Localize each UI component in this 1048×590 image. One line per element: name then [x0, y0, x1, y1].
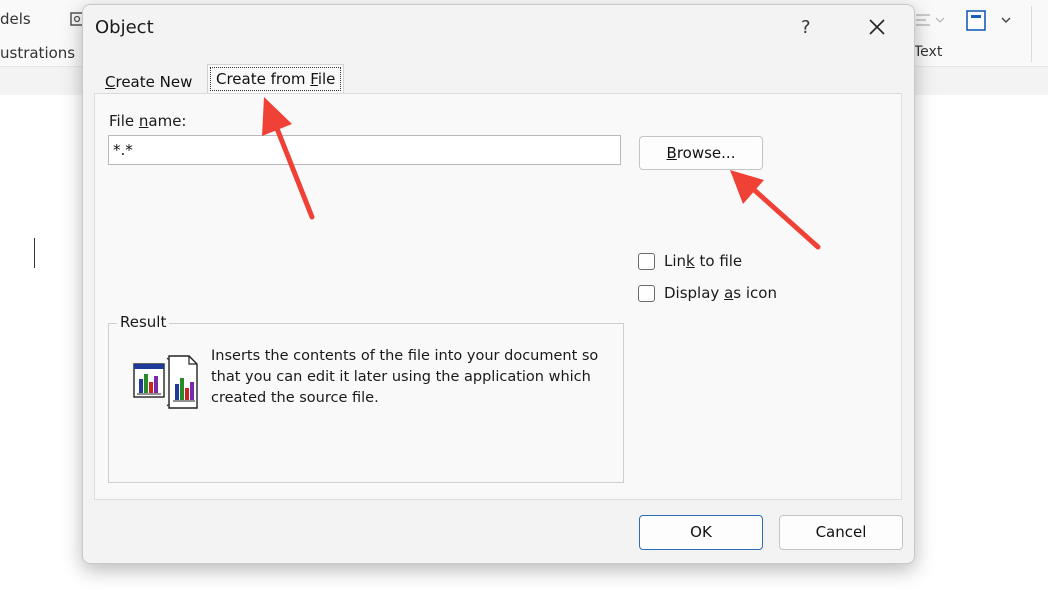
embed-file-icon	[133, 355, 198, 409]
ribbon-align-icon	[914, 10, 948, 30]
link-to-file-label: Link to file	[664, 252, 743, 270]
result-legend: Result	[117, 313, 170, 331]
ribbon-models-label: dels	[0, 10, 31, 28]
display-as-icon-checkbox[interactable]: Display as icon	[638, 284, 808, 306]
text-caret	[34, 238, 35, 268]
tab-create-new[interactable]: Create New	[97, 68, 200, 96]
tab-create-new-accesskey: C	[105, 73, 116, 91]
close-button[interactable]	[865, 15, 889, 39]
display-as-icon-box[interactable]	[638, 285, 655, 302]
file-name-label: File name:	[109, 112, 187, 130]
ribbon-textbox-icon	[964, 8, 1016, 34]
browse-button[interactable]: Browse...	[639, 136, 763, 170]
display-as-icon-label: Display as icon	[664, 284, 777, 302]
object-dialog: Object ? Create New Create from File Fil…	[82, 4, 915, 564]
result-group: Result Inserts the contents of the file …	[108, 313, 624, 483]
ribbon-illustrations-group-label: ustrations	[0, 44, 76, 62]
help-button[interactable]: ?	[801, 17, 811, 38]
file-name-input[interactable]	[108, 135, 621, 165]
ribbon-divider	[1031, 6, 1032, 62]
link-to-file-checkbox[interactable]: Link to file	[638, 252, 778, 274]
tab-create-from-file[interactable]: Create from File	[207, 64, 345, 94]
tab-create-from-file-accesskey: F	[310, 70, 318, 88]
ok-button[interactable]: OK	[639, 515, 763, 550]
ribbon-text-group-label: Text	[914, 44, 943, 60]
result-description: Inserts the contents of the file into yo…	[211, 348, 599, 406]
link-to-file-box[interactable]	[638, 253, 655, 270]
cancel-button[interactable]: Cancel	[779, 515, 903, 550]
create-from-file-panel: File name: Browse... Link to file Displa…	[94, 93, 902, 500]
close-icon	[869, 19, 885, 35]
dialog-title: Object	[95, 17, 154, 38]
